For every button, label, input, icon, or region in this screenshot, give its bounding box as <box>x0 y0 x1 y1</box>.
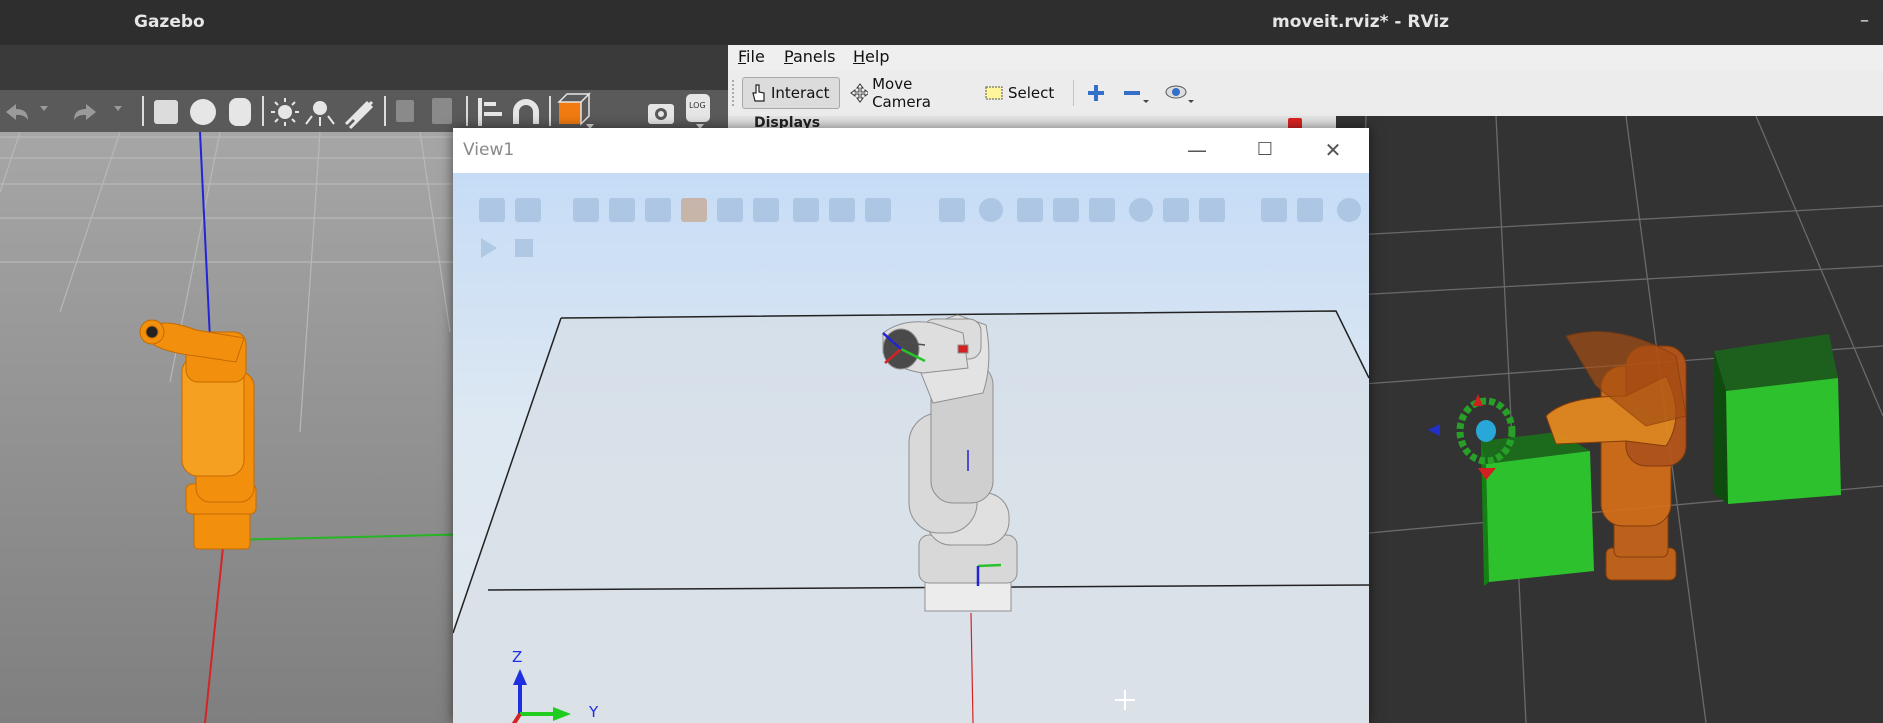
rviz-title: moveit.rviz* - RViz <box>1272 12 1450 32</box>
floor-plane <box>453 310 1369 723</box>
remove-tool-icon[interactable] <box>1121 82 1151 104</box>
shaded-mode-icon[interactable] <box>479 198 505 222</box>
select-rectangle-icon <box>985 86 1003 100</box>
cylinder-shape-icon[interactable] <box>229 98 251 126</box>
menu-help-mnemonic: H <box>853 47 866 66</box>
log-icon[interactable]: LOG <box>686 94 710 129</box>
menu-file-mnemonic: F <box>738 47 747 66</box>
view1-window: View1 — ☐ ✕ Z Y <box>453 128 1369 723</box>
rviz-3d-view[interactable] <box>1336 116 1883 723</box>
view-box-icon[interactable] <box>645 198 671 222</box>
undo-icon[interactable] <box>6 104 28 120</box>
gazebo-title: Gazebo <box>134 12 205 32</box>
snap-edge-icon[interactable] <box>1017 198 1043 222</box>
copy-icon[interactable] <box>396 100 414 122</box>
menu-panels-mnemonic: P <box>784 47 793 66</box>
orient-icon[interactable] <box>793 198 819 222</box>
screenshot-icon[interactable] <box>648 104 674 124</box>
sphere-shape-icon[interactable] <box>190 99 216 125</box>
snap-tool-icon[interactable] <box>1199 198 1225 222</box>
triad-y-label: Y <box>589 703 599 721</box>
render-mode-icon[interactable] <box>681 198 707 222</box>
menu-panels[interactable]: Panels <box>784 47 836 66</box>
minimize-button[interactable]: — <box>1182 136 1212 164</box>
move-camera-icon <box>850 83 869 103</box>
menu-help[interactable]: Help <box>853 47 889 66</box>
snap-mid-icon[interactable] <box>1089 198 1115 222</box>
measure-icon[interactable] <box>829 198 855 222</box>
snap-curve-icon[interactable] <box>1053 198 1079 222</box>
align-icon[interactable] <box>478 98 502 126</box>
snap-circle-icon[interactable] <box>979 198 1003 222</box>
jog-joint-icon[interactable] <box>1297 198 1323 222</box>
directional-light-icon[interactable] <box>344 100 374 130</box>
zoom-window-icon[interactable] <box>609 198 635 222</box>
play-icon[interactable] <box>481 238 497 258</box>
interact-tool-button[interactable]: Interact <box>742 77 840 109</box>
view1-title: View1 <box>463 140 515 160</box>
target-icon[interactable] <box>753 198 779 222</box>
gazebo-menu-bar <box>0 45 728 90</box>
rviz-menu-bar: File Panels Help <box>728 45 1883 70</box>
menu-help-label: elp <box>865 47 890 66</box>
toolbar-grip[interactable] <box>732 80 738 106</box>
snap-magnet-icon[interactable] <box>513 99 539 124</box>
paste-icon[interactable] <box>432 98 452 124</box>
view1-title-bar[interactable]: View1 — ☐ ✕ <box>453 128 1369 173</box>
jog-reorient-icon[interactable] <box>1337 198 1361 222</box>
hand-pointer-icon <box>752 84 765 102</box>
menu-file-label: ile <box>746 47 765 66</box>
collision-box-right[interactable] <box>1714 334 1841 504</box>
move-camera-tool-button[interactable]: Move Camera <box>844 75 972 111</box>
section-icon[interactable] <box>717 198 743 222</box>
rviz-minimize-button[interactable]: – <box>1860 10 1869 31</box>
redo-icon[interactable] <box>74 104 96 120</box>
spot-light-icon[interactable] <box>305 101 335 126</box>
toolbar-separator <box>1073 80 1074 106</box>
box-shape-icon[interactable] <box>154 100 178 124</box>
snap-center-icon[interactable] <box>1129 198 1153 222</box>
move-camera-label: Move Camera <box>872 75 931 111</box>
view-eye-icon[interactable] <box>1164 82 1196 104</box>
select-label: Select <box>1008 84 1055 102</box>
rviz-title-bar[interactable]: moveit.rviz* - RViz – <box>728 0 1883 45</box>
gazebo-toolbar: LOG <box>0 90 728 132</box>
fit-all-icon[interactable] <box>573 198 599 222</box>
view1-toolbar <box>479 198 1361 258</box>
interact-label: Interact <box>771 84 830 102</box>
wireframe-mode-icon[interactable] <box>515 198 541 222</box>
select-tool-button[interactable]: Select <box>978 77 1064 109</box>
svg-text:LOG: LOG <box>689 101 706 110</box>
maximize-button[interactable]: ☐ <box>1250 136 1280 164</box>
redo-dropdown-icon[interactable] <box>114 106 122 111</box>
point-light-icon[interactable] <box>271 98 299 126</box>
gazebo-title-bar[interactable]: Gazebo <box>0 0 728 45</box>
tool-icon[interactable] <box>865 198 891 222</box>
snap-grid-icon[interactable] <box>939 198 965 222</box>
menu-file[interactable]: File <box>738 47 765 66</box>
jog-linear-icon[interactable] <box>1261 198 1287 222</box>
undo-dropdown-icon[interactable] <box>40 106 48 111</box>
close-button[interactable]: ✕ <box>1318 136 1348 164</box>
add-tool-icon[interactable] <box>1084 82 1108 104</box>
view1-3d-canvas[interactable]: Z Y <box>453 173 1369 723</box>
menu-panels-label: anels <box>792 47 836 66</box>
triad-z-label: Z <box>512 648 523 666</box>
view-angle-icon[interactable] <box>557 92 594 129</box>
rviz-toolbar: Interact Move Camera Select <box>728 70 1883 117</box>
stop-icon[interactable] <box>515 239 533 257</box>
snap-local-icon[interactable] <box>1163 198 1189 222</box>
